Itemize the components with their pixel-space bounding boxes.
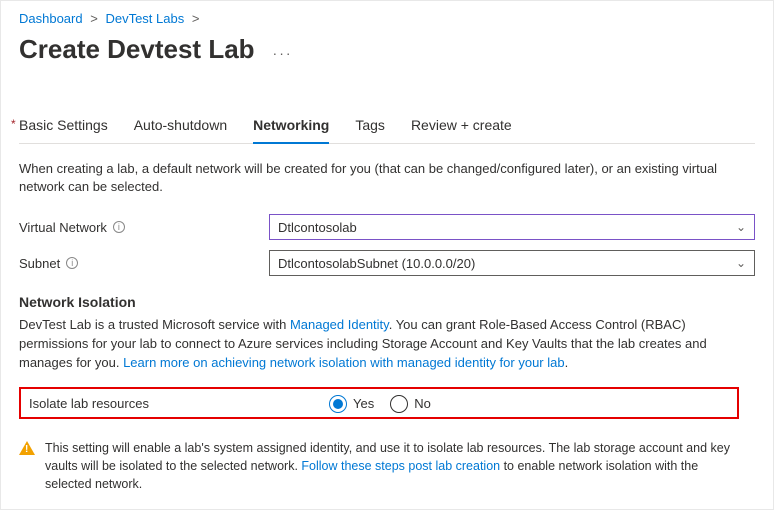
breadcrumb-item[interactable]: DevTest Labs [105,11,184,26]
vnet-select[interactable]: Dtlcontosolab ⌄ [269,214,755,240]
tab-review-create[interactable]: Review + create [411,111,512,143]
info-icon[interactable]: i [113,221,125,233]
tab-networking[interactable]: Networking [253,111,329,143]
chevron-right-icon: > [90,11,98,26]
vnet-label: Virtual Network [19,220,107,235]
radio-icon [390,395,408,413]
isolate-resources-row: Isolate lab resources Yes No [19,387,739,419]
chevron-right-icon: > [192,11,200,26]
isolate-no-radio[interactable]: No [390,395,431,413]
tab-tags[interactable]: Tags [355,111,385,143]
isolate-radio-group: Yes No [329,395,431,413]
warning-icon [19,441,35,455]
networking-description: When creating a lab, a default network w… [19,160,719,196]
radio-label: Yes [353,396,374,411]
tab-auto-shutdown[interactable]: Auto-shutdown [134,111,227,143]
network-isolation-text: DevTest Lab is a trusted Microsoft servi… [19,316,729,373]
chevron-down-icon: ⌄ [736,220,746,234]
managed-identity-link[interactable]: Managed Identity [290,317,389,332]
more-icon[interactable]: ··· [273,46,293,70]
tab-bar: Basic Settings Auto-shutdown Networking … [19,111,755,144]
radio-label: No [414,396,431,411]
page-title: Create Devtest Lab [19,34,255,65]
subnet-value: DtlcontosolabSubnet (10.0.0.0/20) [278,256,475,271]
breadcrumb: Dashboard > DevTest Labs > [19,11,755,26]
subnet-label: Subnet [19,256,60,271]
post-creation-link[interactable]: Follow these steps post lab creation [301,459,500,473]
learn-more-link[interactable]: Learn more on achieving network isolatio… [123,355,565,370]
vnet-value: Dtlcontosolab [278,220,357,235]
radio-icon [329,395,347,413]
warning-message: This setting will enable a lab's system … [19,439,739,493]
breadcrumb-item[interactable]: Dashboard [19,11,83,26]
subnet-select[interactable]: DtlcontosolabSubnet (10.0.0.0/20) ⌄ [269,250,755,276]
info-icon[interactable]: i [66,257,78,269]
isolate-yes-radio[interactable]: Yes [329,395,374,413]
chevron-down-icon: ⌄ [736,256,746,270]
network-isolation-heading: Network Isolation [19,294,755,310]
tab-basic-settings[interactable]: Basic Settings [19,111,108,143]
isolate-resources-label: Isolate lab resources [29,396,149,411]
